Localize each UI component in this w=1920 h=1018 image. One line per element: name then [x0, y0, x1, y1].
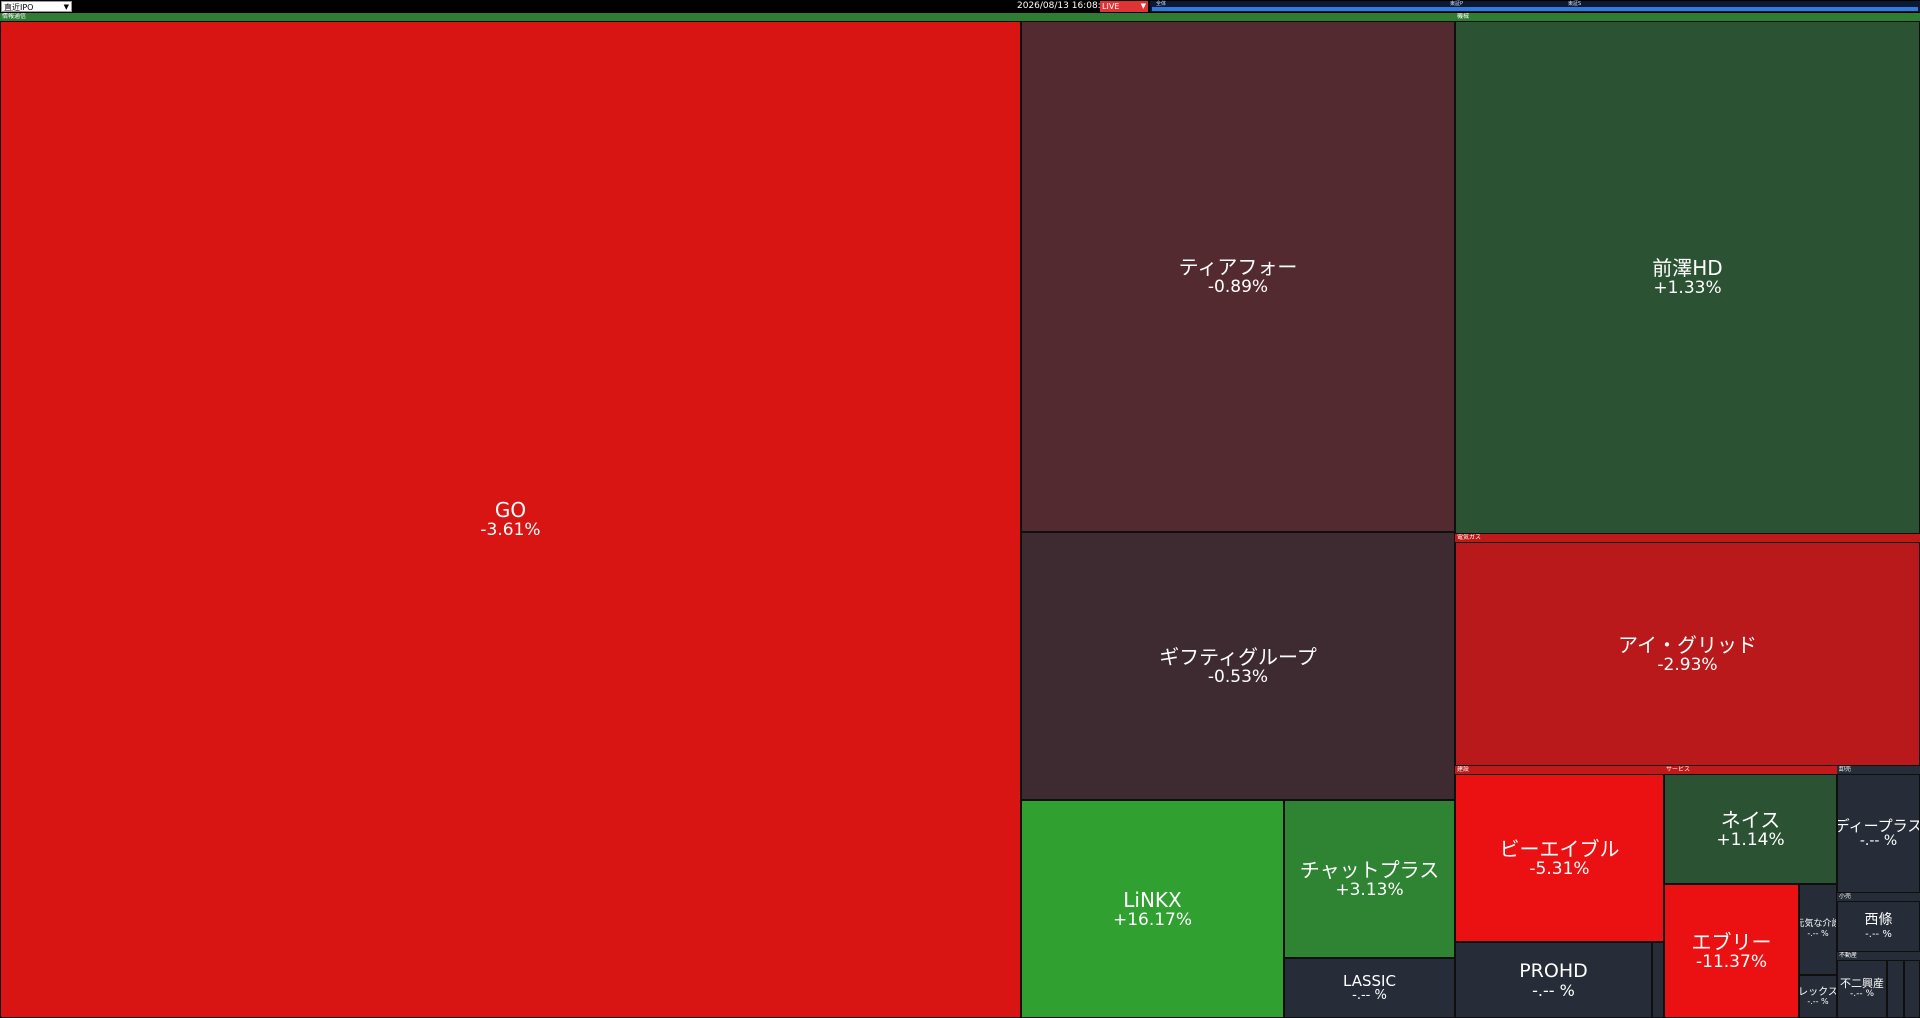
stock-tile-rex[interactable]: レックス -.-- %: [1799, 975, 1837, 1018]
stock-name: レックス: [1799, 986, 1837, 998]
stock-tile-neis[interactable]: ネイス +1.14%: [1664, 774, 1837, 884]
market-scale-bar: 全体 東証P 東証S: [1150, 1, 1920, 12]
stock-name: LiNKX: [1123, 887, 1182, 912]
sector-header: 卸売: [1837, 766, 1920, 774]
stock-tile-prohd[interactable]: PROHD -.-- %: [1455, 942, 1652, 1018]
stock-tile-go[interactable]: GO -3.61%: [0, 21, 1021, 1018]
stock-tile-every[interactable]: エブリー -11.37%: [1664, 884, 1799, 1018]
timestamp: 2026/08/13 16:08:18: [1017, 1, 1113, 11]
stock-change: -2.93%: [1657, 654, 1718, 675]
stock-change: -.-- %: [1849, 989, 1875, 1000]
sector-header: 建設: [1455, 766, 1664, 774]
stock-tile-genki[interactable]: 元気な介護 -.-- %: [1799, 884, 1837, 975]
stock-name: LASSIC: [1343, 971, 1396, 990]
live-select-value: LIVE: [1102, 2, 1120, 11]
stock-tile-giftee[interactable]: ギフティグループ -0.53%: [1021, 532, 1455, 800]
stock-tile-deeplus[interactable]: ディープラス -.-- %: [1837, 774, 1920, 893]
stock-change: +1.14%: [1716, 829, 1785, 850]
scale-bar-fill: [1152, 7, 1918, 11]
stock-tile-lassic[interactable]: LASSIC -.-- %: [1284, 958, 1455, 1018]
stock-tile-chatplus[interactable]: チャットプラス +3.13%: [1284, 800, 1455, 958]
stock-change: +1.33%: [1653, 278, 1722, 299]
sector-header: 電気ガス: [1455, 534, 1920, 542]
sector-header: 情報通信: [0, 13, 1455, 21]
sector-header: サービス: [1664, 766, 1837, 774]
market-select-value: 直近IPO: [4, 3, 34, 12]
stock-name: エブリー: [1691, 929, 1772, 954]
stock-change: -.-- %: [1352, 988, 1387, 1004]
sector-header: 小売: [1837, 893, 1920, 901]
stock-name: ディープラス: [1837, 816, 1920, 835]
chevron-down-icon: ▼: [1140, 2, 1146, 10]
live-select[interactable]: LIVE ▼: [1100, 1, 1148, 12]
market-select[interactable]: 直近IPO ▼: [1, 1, 72, 12]
stock-name: アイ・グリッド: [1618, 632, 1757, 657]
stock-change: -.-- %: [1859, 833, 1898, 850]
stock-change: -11.37%: [1696, 951, 1767, 972]
stock-tile-fuji[interactable]: 不二興産 -.-- %: [1837, 960, 1887, 1018]
stock-name: 西條: [1864, 912, 1893, 929]
stock-change: -.-- %: [1807, 996, 1829, 1006]
stock-change: -.-- %: [1532, 980, 1575, 1000]
stock-name: PROHD: [1519, 959, 1588, 982]
stock-tile-igrid[interactable]: アイ・グリッド -2.93%: [1455, 542, 1920, 766]
stock-change: +16.17%: [1112, 909, 1193, 930]
stock-tile-beable[interactable]: ビーエイブル -5.31%: [1455, 774, 1664, 942]
stock-tile-tierfour[interactable]: ティアフォー -0.89%: [1021, 21, 1455, 532]
chevron-down-icon: ▼: [63, 3, 69, 11]
stock-tile-maezawa[interactable]: 前澤HD +1.33%: [1455, 21, 1920, 534]
stock-name: ネイス: [1720, 807, 1781, 832]
stock-change: -0.89%: [1207, 277, 1269, 298]
sector-header: 不動産: [1837, 952, 1920, 960]
stock-change: -0.53%: [1207, 666, 1269, 687]
stock-change: +3.13%: [1335, 879, 1404, 900]
stock-tile-small[interactable]: [1887, 960, 1904, 1018]
stock-name: ギフティグループ: [1159, 644, 1317, 669]
stock-tile-saijo[interactable]: 西條 -.-- %: [1837, 901, 1920, 952]
stock-change: -.-- %: [1807, 929, 1829, 939]
stock-name: 前澤HD: [1652, 256, 1723, 281]
sector-header: 機械: [1455, 13, 1920, 21]
stock-change: -.-- %: [1865, 928, 1892, 940]
stock-change: -5.31%: [1529, 858, 1590, 879]
stock-change: -3.61%: [480, 520, 541, 541]
stock-name: チャットプラス: [1299, 857, 1440, 882]
stock-tile-small[interactable]: [1904, 960, 1920, 1018]
stock-name: ビーエイブル: [1499, 836, 1620, 861]
stock-tile-linkx[interactable]: LiNKX +16.17%: [1021, 800, 1284, 1018]
stock-name: ティアフォー: [1178, 255, 1298, 280]
stock-name: GO: [494, 498, 527, 523]
stock-tile-small[interactable]: [1652, 942, 1664, 1018]
toolbar: 直近IPO ▼ 2026/08/13 16:08:18 LIVE ▼ 全体 東証…: [0, 0, 1920, 13]
